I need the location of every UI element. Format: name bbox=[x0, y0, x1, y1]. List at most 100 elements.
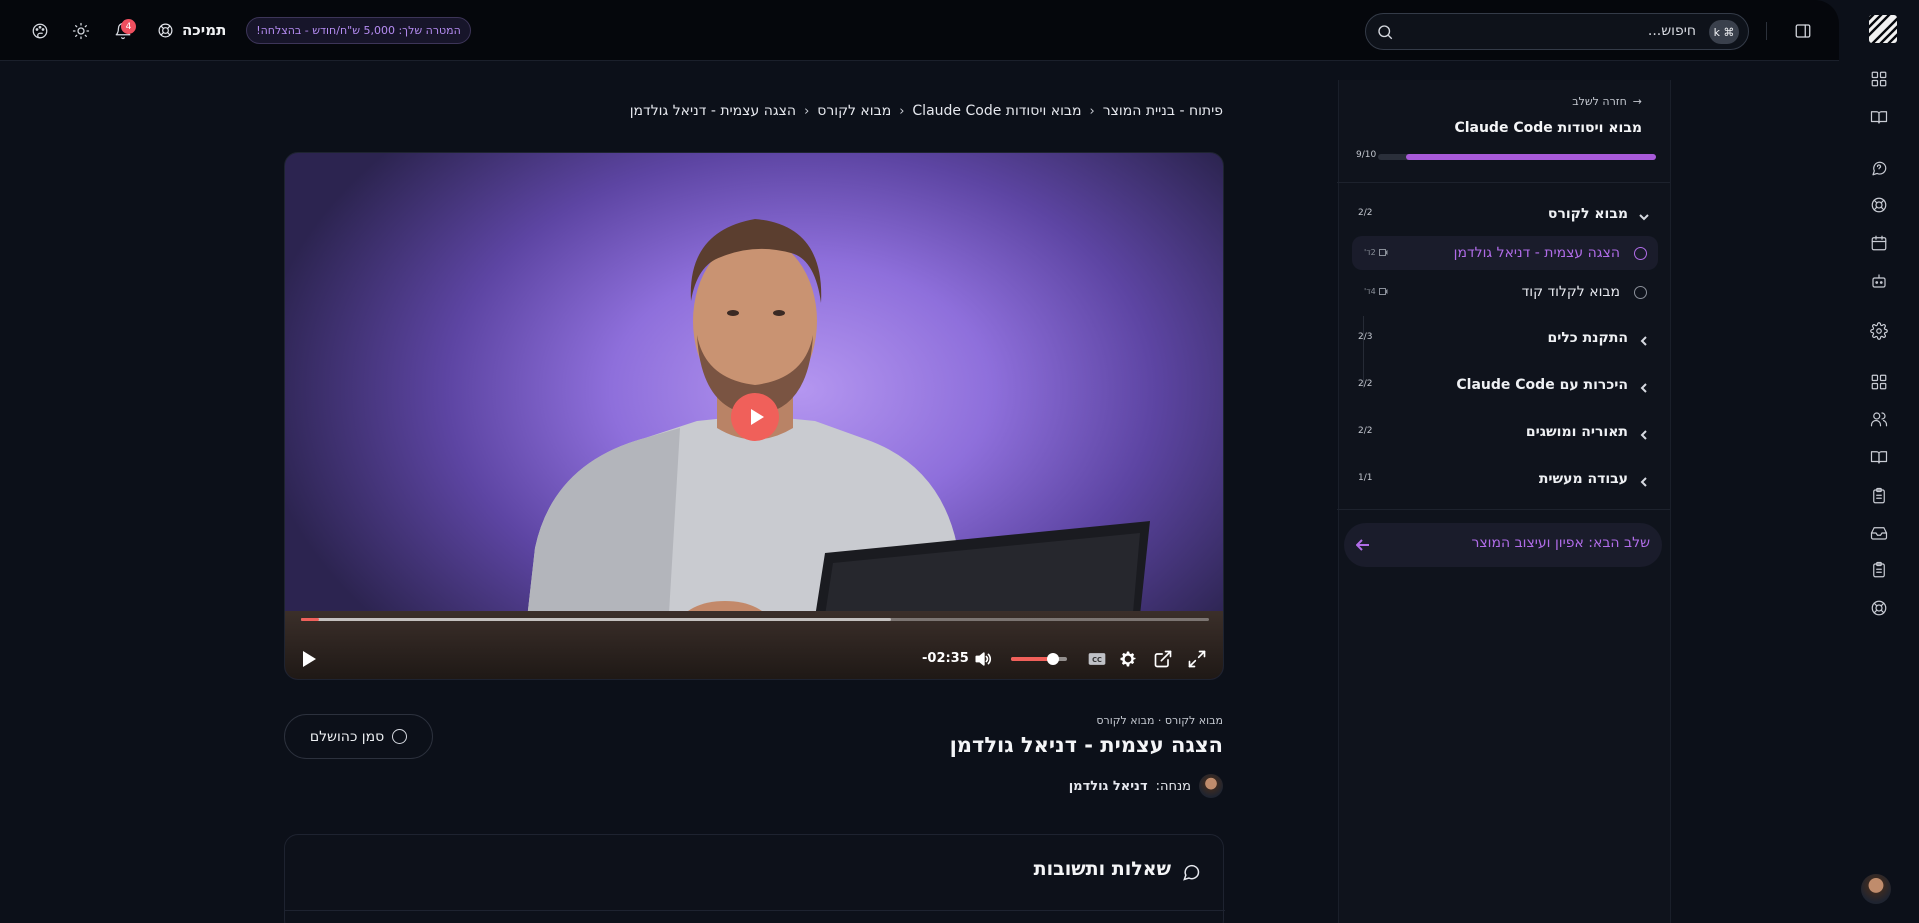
next-stage-button[interactable]: שלב הבא: אפיון ועיצוב המוצר bbox=[1344, 523, 1662, 567]
video-played-bar bbox=[301, 618, 320, 621]
chevron-left-icon: ‹ bbox=[899, 103, 905, 119]
captions-icon: CC bbox=[1088, 653, 1106, 665]
top-bar: 4 תמיכה המטרה שלך: 5,000 ש"ח/חודש - בהצל… bbox=[0, 0, 1839, 61]
volume-button[interactable] bbox=[971, 647, 995, 671]
calendar-icon[interactable] bbox=[1870, 234, 1890, 254]
breadcrumb-current: הצגה עצמית - דניאל גולדמן bbox=[629, 103, 797, 119]
circle-icon bbox=[392, 729, 408, 744]
icon-rail bbox=[1839, 0, 1919, 923]
gear-icon bbox=[1120, 651, 1136, 667]
divider bbox=[1337, 509, 1670, 510]
grid-icon[interactable] bbox=[1870, 373, 1890, 393]
goal-badge[interactable]: המטרה שלך: 5,000 ש"ח/חודש - בהצלחה! bbox=[246, 17, 471, 44]
course-outline-panel: → חזרה לשלב מבוא ויסודות Claude Code 9/1… bbox=[1337, 80, 1671, 923]
captions-button[interactable]: CC bbox=[1085, 647, 1109, 671]
mark-complete-button[interactable]: סמן כהושלם bbox=[284, 714, 433, 759]
back-to-stage-link[interactable]: → חזרה לשלב bbox=[1572, 95, 1642, 108]
chevron-left-icon: ‹ bbox=[804, 103, 810, 119]
lifebuoy-icon[interactable] bbox=[1870, 599, 1890, 619]
time-remaining: -02:35 bbox=[922, 651, 969, 666]
external-link-icon bbox=[1154, 650, 1172, 668]
course-progress-count: 9/10 bbox=[1356, 150, 1377, 160]
divider bbox=[285, 910, 1225, 911]
lesson-status-icon bbox=[1634, 247, 1647, 260]
course-title: מבוא ויסודות Claude Code bbox=[1454, 120, 1642, 136]
fullscreen-icon bbox=[1188, 650, 1206, 668]
sidebar-toggle-icon[interactable] bbox=[1788, 16, 1818, 46]
book-icon[interactable] bbox=[1870, 108, 1890, 128]
clipboard-icon[interactable] bbox=[1870, 487, 1890, 507]
instructor-prefix: מנחה: bbox=[1155, 778, 1191, 794]
breadcrumb: פיתוח - בניית המוצר ‹ מבוא ויסודות Claud… bbox=[630, 103, 1223, 119]
qa-card: שאלות ותשובות bbox=[284, 834, 1225, 923]
chevron-down-icon bbox=[1638, 208, 1650, 221]
course-progress-bar bbox=[1378, 154, 1656, 160]
chevron-left-icon bbox=[1638, 332, 1650, 346]
lesson-item-active[interactable]: הצגה עצמית - דניאל גולדמן 2ד' bbox=[1352, 236, 1658, 270]
help-chat-icon[interactable] bbox=[1870, 159, 1890, 179]
lesson-duration: 2ד' bbox=[1364, 248, 1388, 257]
divider bbox=[1337, 182, 1670, 183]
lifebuoy-icon bbox=[158, 23, 173, 37]
logo-icon[interactable] bbox=[1869, 15, 1897, 43]
section-course-intro[interactable]: מבוא לקורס 2/2 bbox=[1337, 200, 1670, 230]
tasks-icon[interactable] bbox=[1870, 561, 1890, 581]
volume-icon bbox=[975, 652, 991, 666]
dashboard-icon[interactable] bbox=[1870, 70, 1890, 90]
section-meet-claude-code[interactable]: היכרות עם Claude Code 2/2 bbox=[1337, 371, 1670, 401]
chat-bubble-icon bbox=[1181, 862, 1201, 882]
video-player[interactable]: -02:35 CC bbox=[284, 152, 1224, 680]
play-button[interactable] bbox=[297, 647, 321, 671]
fullscreen-button[interactable] bbox=[1185, 647, 1209, 671]
video-progress-bar[interactable] bbox=[301, 618, 1209, 621]
svg-text:CC: CC bbox=[1092, 656, 1102, 664]
instructor: מנחה: דניאל גולדמן bbox=[1069, 774, 1223, 798]
inbox-icon[interactable] bbox=[1870, 524, 1890, 544]
play-icon bbox=[750, 409, 764, 425]
video-buffered-bar bbox=[301, 618, 892, 621]
bot-icon[interactable] bbox=[1870, 272, 1890, 292]
lesson-title: הצגה עצמית - דניאל גולדמן bbox=[949, 733, 1223, 757]
section-theory[interactable]: תאוריה ומושגים 2/2 bbox=[1337, 418, 1670, 448]
play-icon bbox=[303, 651, 316, 667]
video-icon bbox=[1378, 288, 1388, 295]
video-desk bbox=[285, 611, 1223, 679]
breadcrumb-item[interactable]: פיתוח - בניית המוצר bbox=[1103, 103, 1223, 119]
popout-button[interactable] bbox=[1151, 647, 1175, 671]
search-input[interactable]: ⌘ k חיפוש... bbox=[1365, 13, 1749, 50]
shortcut-key: ⌘ k bbox=[1709, 20, 1739, 44]
palette-icon[interactable] bbox=[25, 16, 55, 46]
support-icon[interactable] bbox=[1870, 196, 1890, 216]
settings-button[interactable] bbox=[1116, 647, 1140, 671]
chevron-left-icon bbox=[1638, 473, 1650, 487]
sun-icon[interactable] bbox=[66, 16, 96, 46]
search-icon bbox=[1376, 23, 1394, 41]
instructor-name: דניאל גולדמן bbox=[1068, 778, 1148, 794]
support-button[interactable]: תמיכה bbox=[157, 17, 226, 43]
breadcrumb-item[interactable]: מבוא ויסודות Claude Code bbox=[912, 103, 1081, 119]
arrow-right-icon: → bbox=[1632, 95, 1642, 108]
breadcrumb-item[interactable]: מבוא לקורס bbox=[817, 103, 891, 119]
open-book-icon[interactable] bbox=[1870, 448, 1890, 468]
chevron-left-icon: ‹ bbox=[1089, 103, 1095, 119]
video-icon bbox=[1378, 249, 1388, 256]
instructor-avatar bbox=[1199, 774, 1223, 798]
notification-badge: 4 bbox=[121, 19, 136, 34]
lesson-item[interactable]: מבוא לקלוד קוד 4ד' bbox=[1352, 275, 1658, 309]
users-icon[interactable] bbox=[1870, 410, 1890, 430]
chevron-left-icon bbox=[1638, 426, 1650, 440]
course-progress-fill bbox=[1405, 154, 1656, 160]
lesson-duration: 4ד' bbox=[1364, 287, 1388, 296]
play-overlay-button[interactable] bbox=[731, 393, 779, 441]
search-placeholder: חיפוש... bbox=[1647, 23, 1696, 39]
lesson-meta: מבוא לקורס · מבוא לקורס bbox=[1096, 714, 1223, 727]
section-practice[interactable]: עבודה מעשית 1/1 bbox=[1337, 465, 1670, 495]
arrow-left-icon bbox=[1355, 537, 1370, 551]
volume-knob[interactable] bbox=[1047, 653, 1059, 665]
gear-icon[interactable] bbox=[1870, 322, 1890, 342]
chevron-left-icon bbox=[1638, 379, 1650, 393]
bell-icon[interactable]: 4 bbox=[108, 16, 138, 46]
section-tools-setup[interactable]: התקנת כלים 2/3 bbox=[1337, 324, 1670, 354]
support-label: תמיכה bbox=[182, 21, 227, 39]
user-avatar[interactable] bbox=[1861, 874, 1891, 904]
